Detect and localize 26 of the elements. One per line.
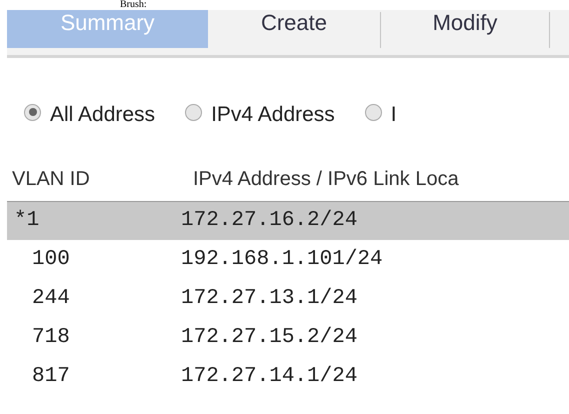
table-cell-text: 172.27.14.1/24 <box>181 364 358 390</box>
column-header: IPv4 Address / IPv6 Link Loca <box>193 167 459 192</box>
radio-button[interactable] <box>24 104 41 120</box>
table-row[interactable]: 244 172.27.13.1/24 <box>7 279 569 318</box>
table-cell-text: 817 <box>31 364 71 390</box>
table-cell-text: *1 <box>13 208 40 234</box>
table-cell-text: 718 <box>31 324 71 351</box>
table-cell-text: 244 <box>31 286 71 312</box>
radio-button[interactable] <box>364 104 382 120</box>
table-cell-text: 192.168.1.101/24 <box>181 246 383 273</box>
radio-option[interactable]: I <box>364 99 397 131</box>
table-cell-text: 172.27.16.2/24 <box>181 208 358 234</box>
table-row[interactable]: *1 172.27.16.2/24 <box>7 201 569 240</box>
radio-option[interactable]: IPv4 Address <box>185 99 335 131</box>
table-row[interactable]: 718 172.27.15.2/24 <box>7 318 569 357</box>
table-row[interactable]: 817 172.27.14.1/24 <box>7 357 569 396</box>
tab[interactable]: Create <box>208 10 380 48</box>
radio-option[interactable]: All Address <box>24 99 156 131</box>
table-cell-text: 172.27.13.1/24 <box>181 286 358 312</box>
caption: Brush: <box>120 0 147 10</box>
table-cell-text: 100 <box>31 246 71 273</box>
table-row[interactable]: 100 192.168.1.101/24 <box>7 240 569 279</box>
table-cell-text: 172.27.15.2/24 <box>181 324 358 351</box>
column-header: VLAN ID <box>12 167 91 192</box>
tab[interactable]: Modify <box>381 10 549 48</box>
radio-button[interactable] <box>185 104 202 120</box>
